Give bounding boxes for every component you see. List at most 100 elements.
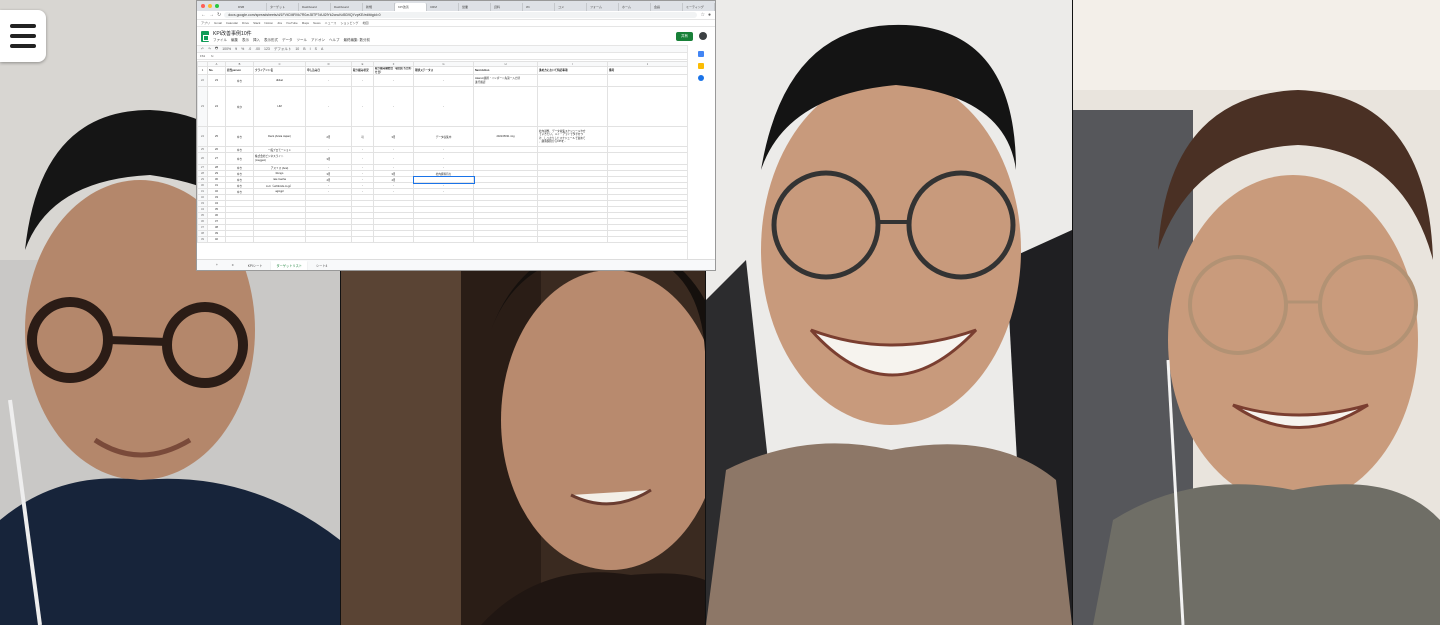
table-cell[interactable]: 3月 (305, 152, 352, 165)
table-cell[interactable] (413, 236, 474, 243)
table-cell[interactable]: - (413, 152, 474, 165)
row-number[interactable]: 22 (197, 74, 208, 87)
header-cell[interactable]: 進め方において特記事項 (537, 66, 608, 75)
table-cell[interactable]: 27 (207, 152, 226, 165)
header-cell[interactable]: 担当person (225, 66, 254, 75)
video-tile-3[interactable] (706, 0, 1072, 625)
sheet-menu-item[interactable]: 表示 (242, 38, 249, 43)
sheet-menu-item[interactable]: データ (282, 38, 293, 43)
table-cell[interactable]: - (413, 74, 474, 87)
table-cell[interactable]: - (373, 74, 414, 87)
bookmark-item[interactable]: YouTube (286, 21, 298, 25)
table-cell[interactable]: - (413, 86, 474, 127)
row-number[interactable]: 24 (197, 126, 208, 147)
header-cell[interactable]: 現状ステータス (413, 66, 474, 75)
url-field[interactable]: docs.google.com/spreadsheets/d/1FVtCMRVk… (224, 12, 698, 18)
table-cell[interactable]: 2月 (305, 126, 352, 147)
header-cell[interactable]: 取り組み開始日（初回打ち合わせ日） (373, 66, 414, 75)
browser-tab[interactable]: 会議 (651, 3, 683, 11)
table-cell[interactable]: データ収集中 (413, 126, 474, 147)
table-cell[interactable] (473, 152, 538, 165)
table-cell[interactable] (351, 236, 374, 243)
toolbar-button[interactable]: .0 (248, 47, 251, 51)
toolbar-button[interactable]: 🖶 (215, 46, 218, 52)
table-cell[interactable] (373, 236, 414, 243)
toolbar-button[interactable]: A (321, 47, 323, 51)
close-window-icon[interactable] (201, 4, 205, 8)
browser-tab[interactable]: チャット (715, 3, 716, 11)
sheet-tab[interactable]: ≡ (227, 261, 239, 269)
toolbar-button[interactable]: S (315, 47, 317, 51)
toolbar-button[interactable]: ↷ (208, 47, 211, 51)
sheet-tab[interactable]: KPIシート (243, 261, 268, 270)
reload-icon[interactable]: ↻ (217, 12, 221, 18)
forward-icon[interactable]: → (209, 12, 214, 18)
bookmark-item[interactable]: 地図 (362, 21, 368, 25)
bookmark-item[interactable]: News (313, 21, 321, 25)
table-cell[interactable]: 25 (207, 126, 226, 147)
bookmark-item[interactable]: Notion (264, 21, 273, 25)
maximize-window-icon[interactable] (215, 4, 219, 8)
sheet-menu-item[interactable]: 最終編集: 数分前 (344, 38, 370, 43)
toolbar-button[interactable]: % (241, 47, 244, 51)
header-cell[interactable]: クライアント名 (253, 66, 306, 75)
shared-screen-window[interactable]: DSB ターゲット Dashboard Dashboard 新規 KPI改善 CRM 営業 資料… (196, 0, 716, 271)
table-cell[interactable] (607, 86, 687, 127)
header-cell[interactable]: 取り組み状況 (351, 66, 374, 75)
browser-tab[interactable]: Wi (523, 3, 555, 11)
table-cell[interactable] (473, 86, 538, 127)
table-cell[interactable]: 23 (207, 74, 226, 87)
table-cell[interactable] (607, 152, 687, 165)
row-number[interactable]: 23 (197, 86, 208, 127)
table-cell[interactable]: ゆき (225, 126, 254, 147)
browser-tab[interactable]: KPI改善 (395, 3, 427, 11)
table-cell[interactable]: - (373, 152, 414, 165)
toolbar-button[interactable]: ¥ (235, 47, 237, 51)
toolbar-button[interactable]: I (310, 47, 311, 51)
table-cell[interactable] (537, 74, 608, 87)
toolbar-button[interactable]: 100% (222, 47, 231, 51)
sheet-menu-item[interactable]: ファイル (213, 38, 227, 43)
bookmark-item[interactable]: Maps (302, 21, 309, 25)
table-cell[interactable] (607, 126, 687, 147)
header-cell[interactable]: No. (207, 66, 226, 75)
keep-icon[interactable] (698, 63, 704, 69)
browser-tab[interactable]: 資料 (491, 3, 523, 11)
row-number[interactable]: 1 (197, 66, 208, 75)
header-cell[interactable]: 備考 (607, 66, 687, 75)
bookmark-star-icon[interactable]: ☆ (700, 12, 704, 18)
bookmark-item[interactable]: Slack (253, 21, 260, 25)
browser-tab[interactable]: コメ (555, 3, 587, 11)
table-cell[interactable] (537, 236, 608, 243)
spreadsheet-table[interactable]: ABCDEFGHIJ 1 No. 担当person クライアント名 申し込み日 取り組み状… (197, 61, 687, 243)
browser-tab[interactable]: ターゲット (267, 3, 299, 11)
bookmark-item[interactable]: Drive (242, 21, 249, 25)
table-cell[interactable]: 株式会社ビジネスライト (meggen) (253, 152, 306, 165)
bookmark-item[interactable]: ニュース (325, 21, 337, 25)
header-cell[interactable]: Next Action (473, 66, 538, 75)
sheet-menu-item[interactable]: ヘルプ (329, 38, 340, 43)
sheet-menu-item[interactable]: 表示形式 (264, 38, 278, 43)
sheet-menu-item[interactable]: ツール (297, 38, 308, 43)
table-cell[interactable]: Deck (Arista Japan) (253, 126, 306, 147)
table-cell[interactable]: ゆき (225, 74, 254, 87)
table-cell[interactable] (253, 236, 306, 243)
table-cell[interactable] (473, 236, 538, 243)
browser-tab[interactable]: DSB (235, 3, 267, 11)
cell-reference[interactable]: F61 (200, 54, 205, 58)
tasks-icon[interactable] (698, 75, 704, 81)
browser-tab[interactable]: Dashboard (299, 3, 331, 11)
share-button[interactable]: 共有 (676, 32, 693, 41)
table-cell[interactable]: - (305, 74, 352, 87)
bookmark-item[interactable]: アプリ (201, 21, 210, 25)
spreadsheet-grid[interactable]: ABCDEFGHIJ 1 No. 担当person クライアント名 申し込み日 取り組み状… (197, 61, 687, 261)
table-cell[interactable] (607, 74, 687, 87)
table-cell[interactable]: 社内調整、データ収集スケジュールや方 ていきたい。メイ・アライでタ手をつ け、し… (537, 126, 608, 147)
table-cell[interactable] (305, 236, 352, 243)
hamburger-icon[interactable] (0, 10, 46, 62)
toolbar-button[interactable]: ↶ (201, 47, 204, 51)
table-cell[interactable]: 3月 (373, 126, 414, 147)
table-cell[interactable] (225, 236, 254, 243)
toolbar-button[interactable]: デフォルト (274, 47, 292, 52)
table-cell[interactable]: - (305, 86, 352, 127)
